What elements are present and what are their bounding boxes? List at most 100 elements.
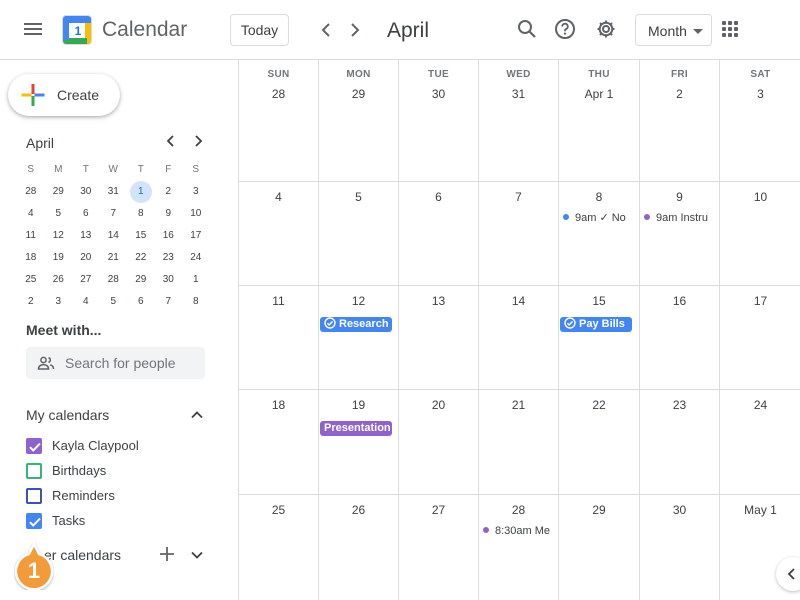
search-button[interactable]: [514, 16, 540, 42]
calendar-item[interactable]: Reminders: [26, 485, 206, 507]
mini-next-month-button[interactable]: [189, 132, 207, 155]
mini-calendar-day[interactable]: 12: [45, 225, 73, 247]
mini-calendar-day[interactable]: 22: [127, 247, 155, 269]
mini-calendar-day[interactable]: 27: [72, 269, 100, 291]
mini-calendar-day[interactable]: 6: [127, 291, 155, 313]
event-chip[interactable]: Presentation: [320, 421, 392, 436]
mini-calendar-day[interactable]: 17: [182, 225, 210, 247]
search-people-input[interactable]: Search for people: [26, 347, 205, 379]
day-number[interactable]: 23: [640, 398, 719, 412]
day-cell[interactable]: 5: [319, 182, 399, 286]
mini-calendar-day[interactable]: 13: [72, 225, 100, 247]
mini-calendar-day[interactable]: 8: [182, 291, 210, 313]
previous-month-button[interactable]: [314, 18, 338, 42]
task-chip[interactable]: Research: [320, 317, 392, 332]
day-cell[interactable]: 13: [399, 286, 479, 390]
mini-calendar-day[interactable]: 3: [45, 291, 73, 313]
mini-calendar-day[interactable]: 5: [45, 203, 73, 225]
day-cell[interactable]: 19 Presentation: [319, 390, 399, 495]
day-number[interactable]: 3: [720, 87, 800, 101]
day-cell[interactable]: 25: [239, 495, 319, 600]
day-number[interactable]: May 1: [720, 503, 800, 517]
mini-calendar-day[interactable]: 3: [182, 181, 210, 203]
mini-calendar-day[interactable]: 7: [100, 203, 128, 225]
day-number[interactable]: 31: [479, 87, 558, 101]
day-cell[interactable]: 22: [559, 390, 640, 495]
my-calendars-toggle[interactable]: [188, 406, 206, 424]
day-cell[interactable]: THU Apr 1: [559, 60, 640, 182]
mini-calendar-day[interactable]: 29: [45, 181, 73, 203]
mini-calendar-day[interactable]: 18: [17, 247, 45, 269]
mini-calendar-day[interactable]: 15: [127, 225, 155, 247]
day-number[interactable]: 30: [640, 503, 719, 517]
day-cell[interactable]: 23: [640, 390, 720, 495]
mini-calendar-day[interactable]: 7: [155, 291, 183, 313]
day-cell[interactable]: 20: [399, 390, 479, 495]
day-number[interactable]: 18: [239, 398, 318, 412]
day-number[interactable]: 19: [319, 398, 398, 412]
mini-calendar-day[interactable]: 29: [127, 269, 155, 291]
mini-calendar-day[interactable]: 21: [100, 247, 128, 269]
day-cell[interactable]: 10: [720, 182, 800, 286]
calendar-item[interactable]: Kayla Claypool: [26, 435, 206, 457]
day-cell[interactable]: 14: [479, 286, 559, 390]
day-cell[interactable]: SAT 3: [720, 60, 800, 182]
main-menu-icon[interactable]: [22, 20, 44, 40]
checkbox-unchecked-icon[interactable]: [26, 488, 42, 504]
mini-calendar-day[interactable]: 25: [17, 269, 45, 291]
day-cell[interactable]: TUE 30: [399, 60, 479, 182]
mini-calendar-today[interactable]: 1: [129, 181, 152, 203]
day-number[interactable]: 12: [319, 294, 398, 308]
day-cell[interactable]: FRI 2: [640, 60, 720, 182]
day-cell[interactable]: 26: [319, 495, 399, 600]
day-number[interactable]: 28: [239, 87, 318, 101]
mini-calendar-day[interactable]: 23: [155, 247, 183, 269]
day-cell[interactable]: 24: [720, 390, 800, 495]
calendar-item[interactable]: Birthdays: [26, 460, 206, 482]
next-month-button[interactable]: [343, 18, 367, 42]
day-cell[interactable]: SUN 28: [239, 60, 319, 182]
mini-calendar-day[interactable]: 19: [45, 247, 73, 269]
day-cell[interactable]: 11: [239, 286, 319, 390]
mini-calendar-day[interactable]: 2: [17, 291, 45, 313]
mini-calendar-day[interactable]: 28: [100, 269, 128, 291]
day-number[interactable]: 26: [319, 503, 398, 517]
day-number[interactable]: 16: [640, 294, 719, 308]
day-number[interactable]: 8: [559, 190, 639, 204]
mini-previous-month-button[interactable]: [162, 132, 180, 155]
day-number[interactable]: 22: [559, 398, 639, 412]
day-number[interactable]: 9: [640, 190, 719, 204]
calendar-item[interactable]: Tasks: [26, 510, 206, 532]
other-calendars-toggle[interactable]: [188, 546, 206, 564]
mini-calendar-day[interactable]: 28: [17, 181, 45, 203]
mini-calendar-day[interactable]: 16: [155, 225, 183, 247]
mini-calendar-day[interactable]: 31: [100, 181, 128, 203]
google-apps-icon[interactable]: [722, 21, 738, 37]
mini-calendar-day[interactable]: 6: [72, 203, 100, 225]
day-number[interactable]: 2: [640, 87, 719, 101]
day-number[interactable]: 28: [479, 503, 558, 517]
mini-calendar-day[interactable]: 10: [182, 203, 210, 225]
day-number[interactable]: 29: [319, 87, 398, 101]
day-cell[interactable]: MON 29: [319, 60, 399, 182]
day-cell[interactable]: 18: [239, 390, 319, 495]
day-number[interactable]: 5: [319, 190, 398, 204]
mini-calendar-day[interactable]: 14: [100, 225, 128, 247]
day-number[interactable]: 15: [559, 294, 639, 308]
day-number[interactable]: 4: [239, 190, 318, 204]
mini-calendar-day[interactable]: 20: [72, 247, 100, 269]
day-number[interactable]: 21: [479, 398, 558, 412]
day-cell[interactable]: 6: [399, 182, 479, 286]
day-cell[interactable]: 12 Research: [319, 286, 399, 390]
event-item[interactable]: 9am Instru: [644, 210, 716, 226]
checkbox-checked-icon[interactable]: [26, 438, 42, 454]
create-button[interactable]: Create: [8, 74, 120, 116]
day-cell[interactable]: 30: [640, 495, 720, 600]
day-number[interactable]: 20: [399, 398, 478, 412]
day-cell[interactable]: 27: [399, 495, 479, 600]
mini-calendar-day[interactable]: 8: [127, 203, 155, 225]
day-number[interactable]: 25: [239, 503, 318, 517]
mini-calendar-day[interactable]: 4: [17, 203, 45, 225]
day-cell[interactable]: 21: [479, 390, 559, 495]
task-chip[interactable]: Pay Bills: [560, 317, 632, 332]
